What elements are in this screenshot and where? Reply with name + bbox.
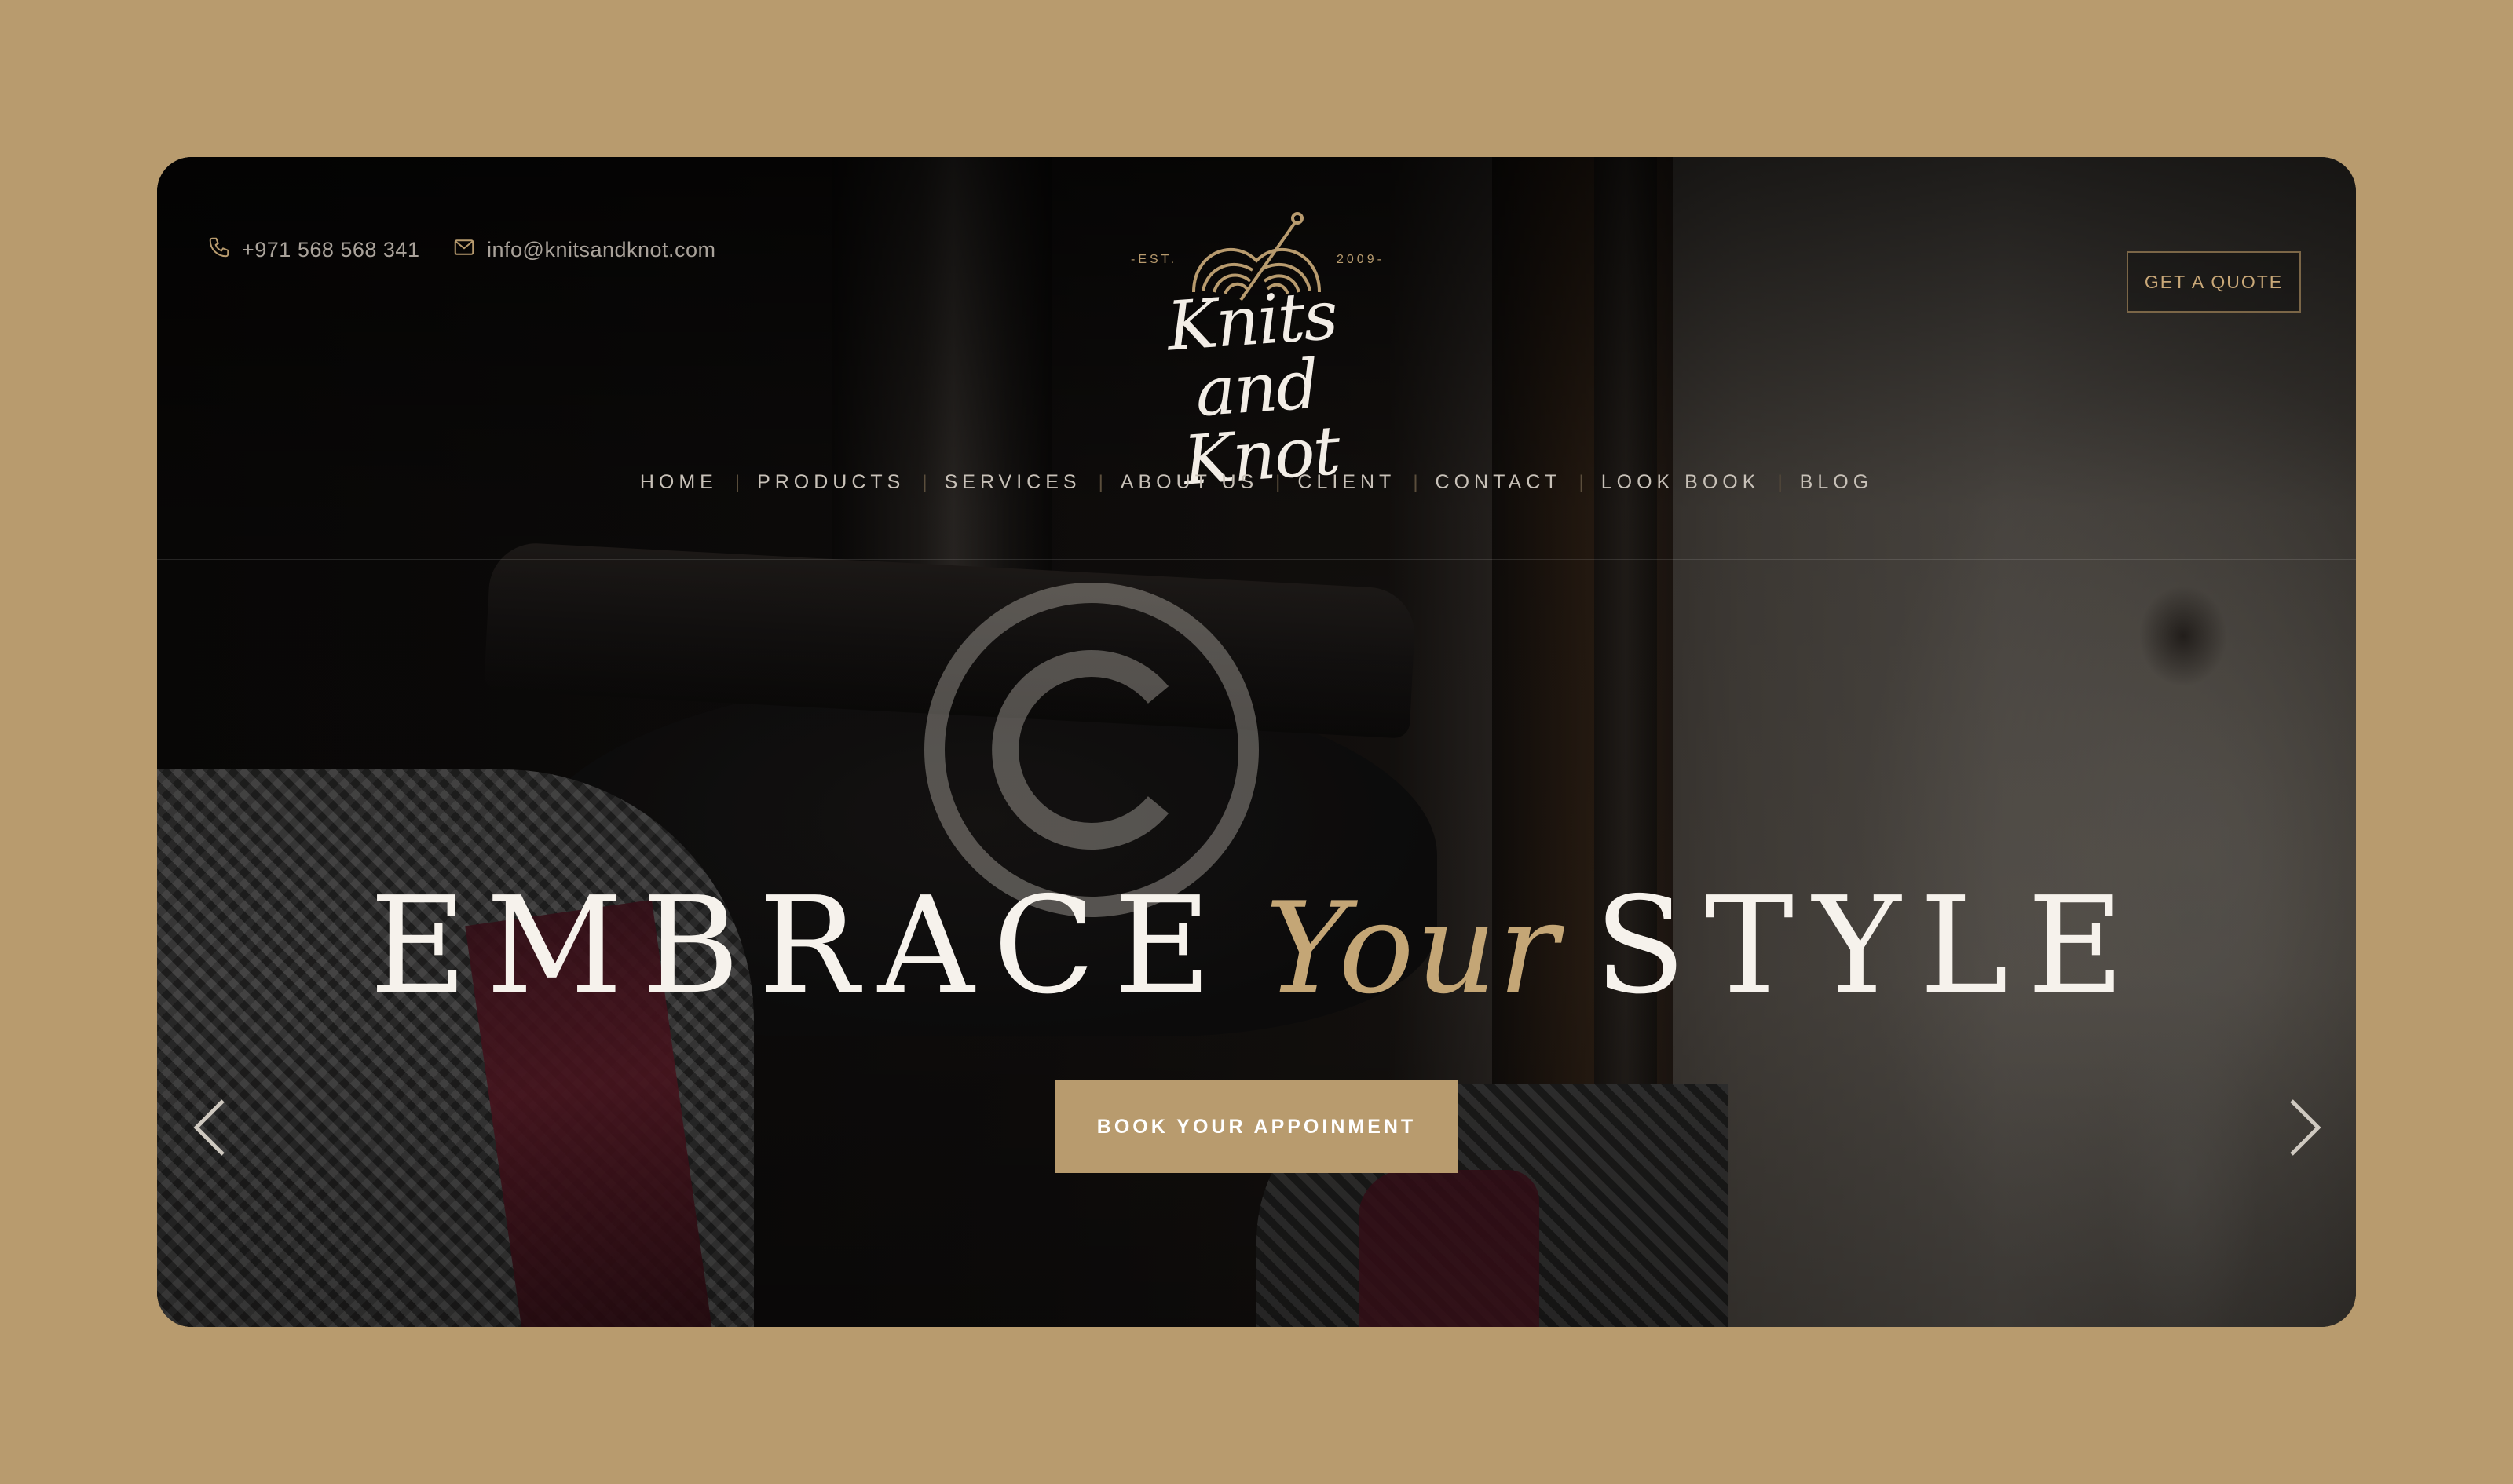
mail-icon bbox=[452, 236, 476, 265]
hero-word-style: STYLE bbox=[1594, 868, 2144, 1024]
phone-icon bbox=[207, 236, 231, 265]
logo-est-label: -EST. bbox=[1131, 253, 1178, 266]
email-address: info@knitsandknot.com bbox=[487, 238, 716, 261]
chevron-left-icon[interactable] bbox=[187, 1098, 234, 1157]
email-contact[interactable]: info@knitsandknot.com bbox=[452, 236, 716, 265]
logo-wordmark: Knits and Knot bbox=[1164, 276, 1342, 501]
get-quote-button[interactable]: GET A QUOTE bbox=[2127, 251, 2301, 313]
hero-headline: EMBRACE Your STYLE bbox=[157, 879, 2356, 1013]
nav-item-blog[interactable]: BLOG bbox=[1783, 471, 1890, 494]
book-appointment-button[interactable]: BOOK YOUR APPOINMENT bbox=[1055, 1080, 1458, 1173]
logo-year-label: 2009- bbox=[1337, 253, 1385, 266]
nav-item-contact[interactable]: CONTACT bbox=[1418, 471, 1579, 494]
brand-logo[interactable]: -EST. 2009- Knits and Knot bbox=[1115, 206, 1398, 501]
phone-number: +971 568 568 341 bbox=[242, 238, 420, 261]
nav-item-look-book[interactable]: LOOK BOOK bbox=[1584, 471, 1778, 494]
nav-item-home[interactable]: HOME bbox=[623, 471, 735, 494]
main-nav: HOME | PRODUCTS | SERVICES | ABOUT US | … bbox=[157, 471, 2356, 494]
nav-item-services[interactable]: SERVICES bbox=[927, 471, 1099, 494]
hero-word-embrace: EMBRACE bbox=[369, 868, 1231, 1024]
nav-item-products[interactable]: PRODUCTS bbox=[740, 471, 922, 494]
phone-contact[interactable]: +971 568 568 341 bbox=[207, 236, 419, 265]
nav-item-about-us[interactable]: ABOUT US bbox=[1103, 471, 1275, 494]
nav-item-client[interactable]: CLIENT bbox=[1280, 471, 1413, 494]
hero-word-your: Your bbox=[1264, 875, 1560, 1022]
chevron-right-icon[interactable] bbox=[2281, 1098, 2328, 1157]
nav-divider bbox=[157, 559, 2356, 560]
